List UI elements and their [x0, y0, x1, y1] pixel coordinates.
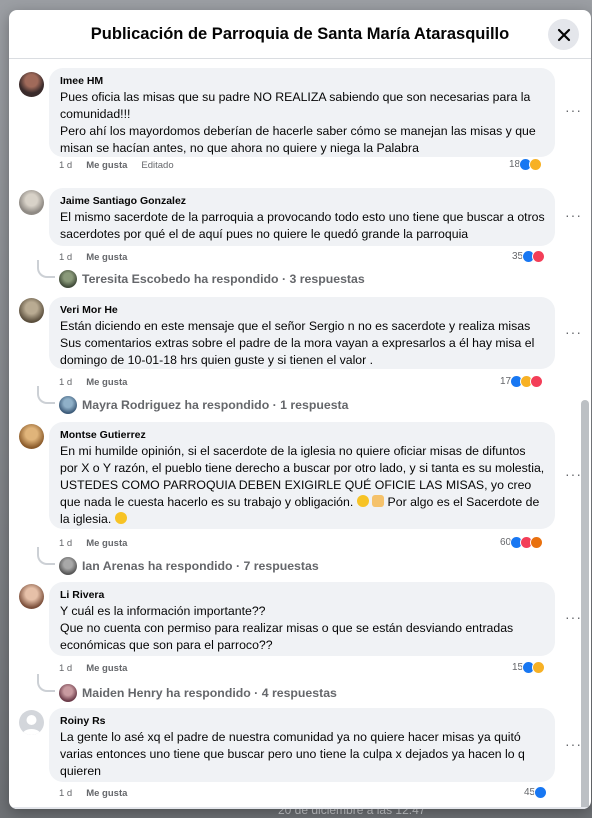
dialog-header: Publicación de Parroquia de Santa María … [9, 10, 591, 59]
comment-author[interactable]: Veri Mor He [60, 304, 545, 316]
clapping-hands-emoji-icon [372, 495, 385, 507]
comment: Veri Mor He Están diciendo en este mensa… [9, 292, 591, 418]
love-reaction-icon [532, 250, 546, 263]
reply-avatar [59, 684, 77, 702]
thread-line [37, 260, 55, 278]
reply-summary[interactable]: Ian Arenas ha respondido · 7 respuestas [37, 547, 319, 575]
comment-options-button[interactable]: ··· [565, 736, 582, 752]
reply-summary[interactable]: Mayra Rodriguez ha respondido · 1 respue… [37, 386, 349, 414]
avatar[interactable] [19, 424, 44, 449]
close-icon [557, 28, 570, 41]
avatar[interactable] [19, 584, 44, 609]
comment-author[interactable]: Roiny Rs [60, 715, 545, 727]
comment-options-button[interactable]: ··· [565, 102, 582, 118]
comment-author[interactable]: Jaime Santiago Gonzalez [60, 195, 545, 207]
comment-bubble: Roiny Rs La gente lo asé xq el padre de … [49, 708, 555, 782]
reply-summary[interactable]: Maiden Henry ha respondido · 4 respuesta… [37, 674, 337, 702]
like-button[interactable]: Me gusta [86, 377, 127, 388]
comment-time[interactable]: 1 d [59, 663, 72, 674]
comment-author[interactable]: Montse Gutierrez [60, 429, 545, 441]
comment: Li Rivera Y cuál es la información impor… [9, 578, 591, 704]
comment-bubble: Imee HM Pues oficia las misas que su pad… [49, 68, 555, 157]
comment: Imee HM Pues oficia las misas que su pad… [9, 60, 591, 184]
comment-list: Imee HM Pues oficia las misas que su pad… [9, 60, 591, 809]
reaction-summary[interactable]: 60 [500, 536, 544, 549]
comment: Montse Gutierrez En mi humilde opinión, … [9, 418, 591, 578]
comment-text: Están diciendo en este mensaje que el se… [60, 319, 535, 367]
like-button[interactable]: Me gusta [86, 663, 127, 674]
comment-text: Y cuál es la información importante?? Qu… [60, 604, 514, 652]
comment-time[interactable]: 1 d [59, 788, 72, 799]
reaction-summary[interactable]: 17 [500, 375, 544, 388]
angry-reaction-icon [530, 536, 544, 549]
reply-summary-text[interactable]: Ian Arenas ha respondido · 7 respuestas [82, 559, 319, 573]
avatar[interactable] [19, 298, 44, 323]
like-button[interactable]: Me gusta [86, 252, 127, 263]
comment-bubble: Montse Gutierrez En mi humilde opinión, … [49, 422, 555, 529]
comment-options-button[interactable]: ··· [565, 324, 582, 340]
scrollbar[interactable] [581, 400, 589, 809]
comment: Jaime Santiago Gonzalez El mismo sacerdo… [9, 182, 591, 292]
comment-meta: 1 d Me gusta [59, 377, 127, 388]
comment-author[interactable]: Li Rivera [60, 589, 545, 601]
reply-summary-text[interactable]: Maiden Henry ha respondido · 4 respuesta… [82, 686, 337, 700]
reply-avatar [59, 270, 77, 288]
comment-bubble: Veri Mor He Están diciendo en este mensa… [49, 297, 555, 369]
edited-label: Editado [141, 160, 174, 171]
comment-meta: 1 d Me gusta [59, 538, 127, 549]
dialog-bottom-divider [9, 807, 591, 809]
like-button[interactable]: Me gusta [86, 538, 127, 549]
like-reaction-icon [534, 786, 548, 799]
comment-meta: 1 d Me gusta [59, 252, 127, 263]
comment-time[interactable]: 1 d [59, 160, 72, 171]
reply-avatar [59, 396, 77, 414]
reply-summary-text[interactable]: Mayra Rodriguez ha respondido · 1 respue… [82, 398, 349, 412]
reaction-summary[interactable]: 35 [512, 250, 546, 263]
reaction-summary[interactable]: 18 [509, 158, 543, 171]
comment-time[interactable]: 1 d [59, 538, 72, 549]
avatar[interactable] [19, 190, 44, 215]
dialog-title: Publicación de Parroquia de Santa María … [90, 25, 510, 43]
reply-summary-text[interactable]: Teresita Escobedo ha respondido · 3 resp… [82, 272, 365, 286]
comment-options-button[interactable]: ··· [565, 207, 582, 223]
haha-reaction-icon [529, 158, 543, 171]
comment-bubble: Li Rivera Y cuál es la información impor… [49, 582, 555, 656]
avatar[interactable] [19, 710, 44, 735]
thread-line [37, 674, 55, 692]
comment-text: El mismo sacerdote de la parroquia a pro… [60, 210, 545, 241]
thread-line [37, 386, 55, 404]
comment-author[interactable]: Imee HM [60, 75, 545, 87]
reaction-summary[interactable]: 45 [524, 786, 548, 799]
comments-dialog: Publicación de Parroquia de Santa María … [9, 10, 591, 809]
comment-text: La gente lo asé xq el padre de nuestra c… [60, 730, 525, 778]
grinning-emoji-icon [356, 495, 369, 507]
comment: Roiny Rs La gente lo asé xq el padre de … [9, 704, 591, 809]
like-button[interactable]: Me gusta [86, 788, 127, 799]
comment-meta: 1 d Me gusta [59, 663, 127, 674]
default-profile-icon [22, 715, 41, 735]
avatar[interactable] [19, 72, 44, 97]
haha-reaction-icon [532, 661, 546, 674]
comment-meta: 1 d Me gusta Editado [59, 160, 174, 171]
comment-meta: 1 d Me gusta [59, 788, 127, 799]
thread-line [37, 547, 55, 565]
like-button[interactable]: Me gusta [86, 160, 127, 171]
comment-bubble: Jaime Santiago Gonzalez El mismo sacerdo… [49, 188, 555, 246]
comment-text: Pues oficia las misas que su padre NO RE… [60, 90, 536, 155]
comment-text: En mi humilde opinión, si el sacerdote d… [60, 443, 545, 528]
comment-options-button[interactable]: ··· [565, 466, 582, 482]
comment-time[interactable]: 1 d [59, 252, 72, 263]
love-reaction-icon [530, 375, 544, 388]
reply-summary[interactable]: Teresita Escobedo ha respondido · 3 resp… [37, 260, 365, 288]
comment-options-button[interactable]: ··· [565, 609, 582, 625]
close-button[interactable] [548, 19, 579, 50]
comment-time[interactable]: 1 d [59, 377, 72, 388]
reply-avatar [59, 557, 77, 575]
reaction-summary[interactable]: 15 [512, 661, 546, 674]
smiling-emoji-icon [114, 512, 127, 524]
